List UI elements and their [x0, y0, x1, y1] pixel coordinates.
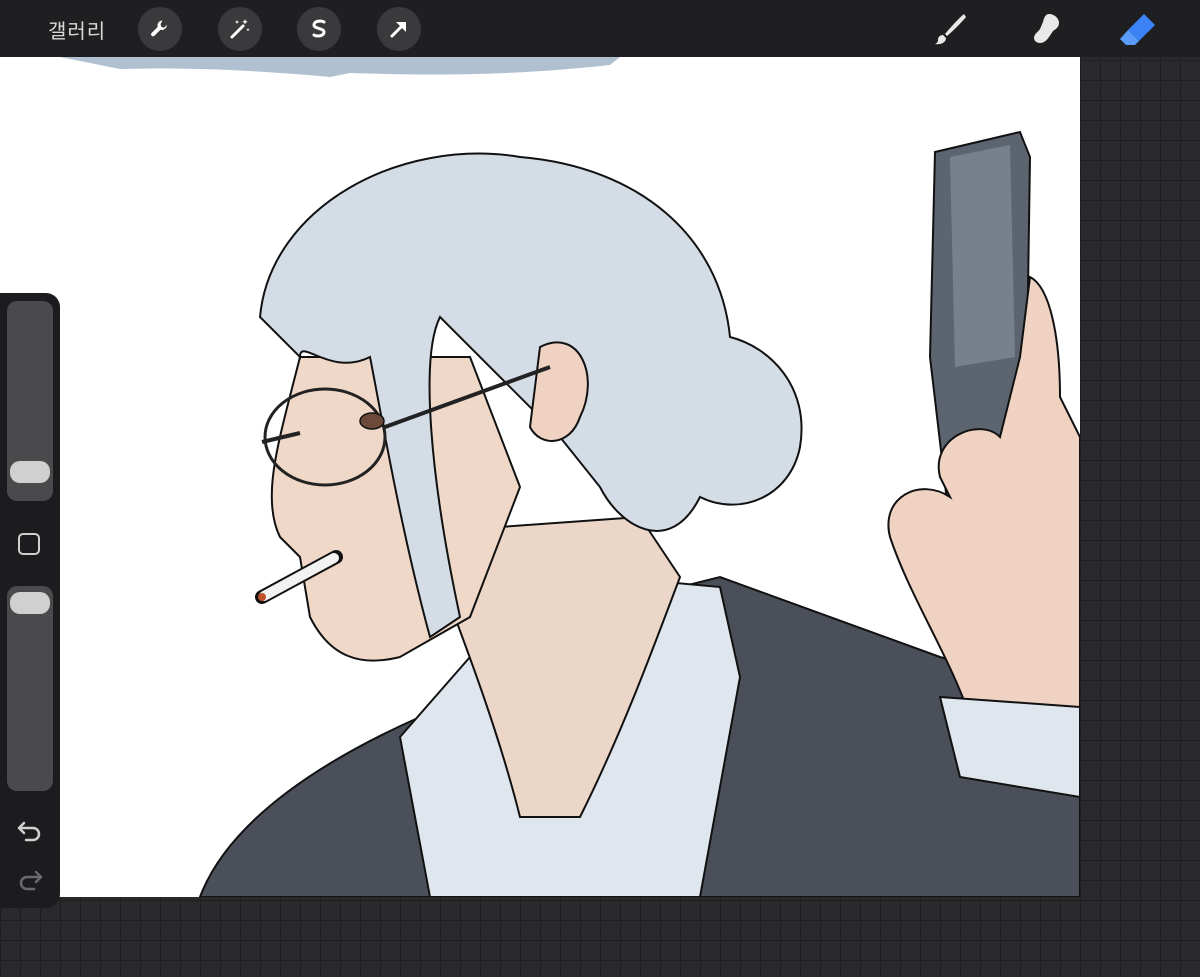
- brush-size-thumb[interactable]: [10, 461, 50, 483]
- brush-icon: [935, 14, 966, 45]
- eraser-button[interactable]: [1118, 9, 1158, 49]
- actions-button[interactable]: [138, 7, 182, 51]
- gallery-button[interactable]: 갤러리: [48, 15, 106, 44]
- redo-button[interactable]: [16, 866, 44, 894]
- undo-icon: [17, 821, 41, 842]
- redo-icon: [19, 870, 43, 891]
- left-sidebar: [0, 293, 60, 908]
- adjustments-button[interactable]: [218, 7, 262, 51]
- magic-wand-icon: [230, 19, 250, 39]
- smudge-icon: [1034, 14, 1059, 43]
- wrench-icon: [151, 20, 167, 37]
- opacity-slider[interactable]: [7, 586, 53, 791]
- selection-button[interactable]: [297, 7, 341, 51]
- drawing-canvas[interactable]: [0, 57, 1080, 897]
- top-toolbar: 갤러리: [0, 0, 1200, 57]
- eraser-icon: [1120, 14, 1155, 45]
- undo-button[interactable]: [16, 817, 44, 845]
- selection-icon: [312, 19, 326, 38]
- brush-size-slider[interactable]: [7, 301, 53, 501]
- smudge-button[interactable]: [1025, 9, 1065, 49]
- opacity-thumb[interactable]: [10, 592, 50, 614]
- artwork-illustration: [60, 57, 1080, 897]
- transform-arrow-icon: [390, 22, 406, 38]
- brush-button[interactable]: [930, 9, 970, 49]
- modify-button[interactable]: [18, 533, 40, 555]
- transform-button[interactable]: [377, 7, 421, 51]
